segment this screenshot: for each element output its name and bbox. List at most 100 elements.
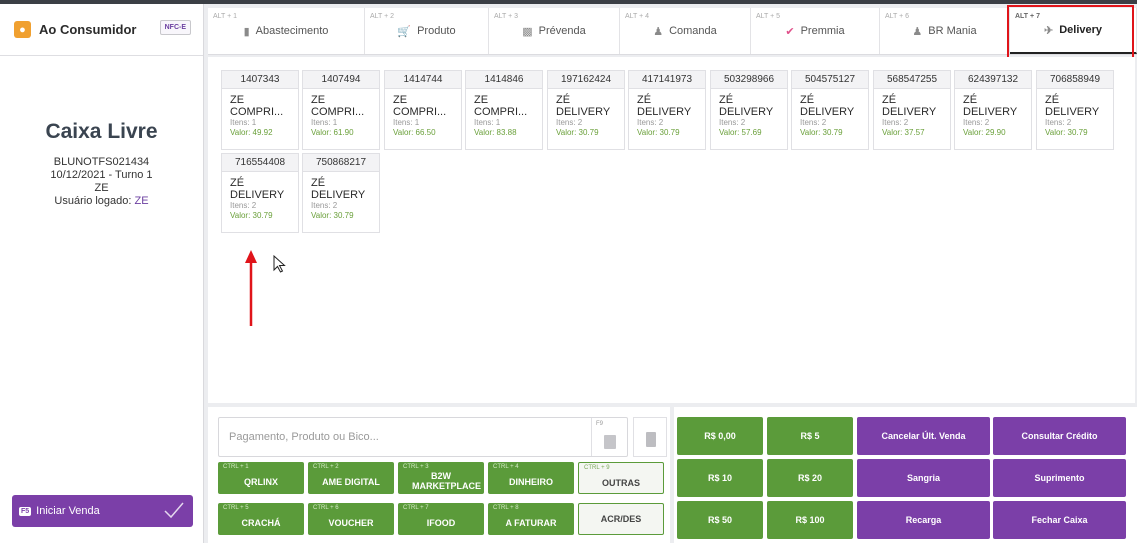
tab-label: Comanda	[669, 25, 717, 37]
order-card[interactable]: 706858949 ZÉ DELIVERY Itens: 2 Valor: 30.…	[1036, 70, 1114, 150]
shortcut-key: CTRL + 9	[584, 465, 610, 471]
amount-20-button[interactable]: R$ 20	[767, 459, 853, 497]
close-register-button[interactable]: Fechar Caixa	[993, 501, 1126, 539]
tab-label: Abastecimento	[255, 25, 329, 37]
order-value: Valor: 30.79	[800, 128, 843, 137]
amount-10-button[interactable]: R$ 10	[677, 459, 763, 497]
mouse-cursor-icon	[273, 255, 286, 273]
nfce-badge[interactable]: NFC-E	[159, 20, 191, 35]
suprimento-button[interactable]: Suprimento	[993, 459, 1126, 497]
order-customer: ZÉ DELIVERY	[955, 89, 1031, 118]
order-customer: ZE COMPRI...	[466, 89, 542, 118]
status-title: Caixa Livre	[45, 120, 158, 143]
order-customer: ZÉ DELIVERY	[874, 89, 950, 118]
order-customer-line: COMPRI...	[474, 106, 528, 118]
fuel-nozzle-button[interactable]: F9	[591, 418, 627, 456]
order-card[interactable]: 417141973 ZÉ DELIVERY Itens: 2 Valor: 30.…	[628, 70, 706, 150]
order-items: Itens: 1	[311, 118, 338, 127]
start-sale-label: Iniciar Venda	[36, 505, 100, 517]
order-card[interactable]: 568547255 ZÉ DELIVERY Itens: 2 Valor: 37.…	[873, 70, 951, 150]
order-customer-line: ZÉ	[719, 94, 734, 106]
payment-label: OUTRAS	[602, 478, 640, 488]
order-customer-line: COMPRI...	[230, 106, 284, 118]
order-customer-line: DELIVERY	[1045, 106, 1100, 118]
order-number: 716554408	[222, 154, 298, 172]
order-number: 504575127	[792, 71, 868, 89]
tab-premmia[interactable]: ALT + 5 ✔ Premmia	[751, 8, 880, 54]
order-card[interactable]: 504575127 ZÉ DELIVERY Itens: 2 Valor: 30.…	[791, 70, 869, 150]
order-customer-line: DELIVERY	[637, 106, 692, 118]
acr-des-button[interactable]: ACR/DES	[578, 503, 664, 535]
payment-outras-button[interactable]: CTRL + 9 OUTRAS	[578, 462, 664, 494]
amount-0-button[interactable]: R$ 0,00	[677, 417, 763, 455]
shortcut-key: CTRL + 7	[403, 505, 429, 511]
terminal-id: BLUNOTFS021434	[53, 156, 150, 168]
order-card[interactable]: 197162424 ZÉ DELIVERY Itens: 2 Valor: 30.…	[547, 70, 625, 150]
customer-header[interactable]: ● Ao Consumidor NFC-E	[0, 4, 203, 56]
amount-50-button[interactable]: R$ 50	[677, 501, 763, 539]
payment-cracha-button[interactable]: CTRL + 5 CRACHÁ	[218, 503, 304, 535]
order-value: Valor: 29.90	[963, 128, 1006, 137]
order-card[interactable]: 1407343 ZE COMPRI... Itens: 1 Valor: 49.9…	[221, 70, 299, 150]
payment-ifood-button[interactable]: CTRL + 7 IFOOD	[398, 503, 484, 535]
logged-user-line: Usuário logado: ZE	[0, 195, 203, 208]
order-card[interactable]: 1414846 ZE COMPRI... Itens: 1 Valor: 83.8…	[465, 70, 543, 150]
order-customer-line: DELIVERY	[882, 106, 937, 118]
order-card[interactable]: 503298966 ZÉ DELIVERY Itens: 2 Valor: 57.…	[710, 70, 788, 150]
order-number: 568547255	[874, 71, 950, 89]
order-card[interactable]: 624397132 ZÉ DELIVERY Itens: 2 Valor: 29.…	[954, 70, 1032, 150]
start-sale-button[interactable]: F5 Iniciar Venda	[12, 495, 193, 527]
cancel-last-sale-button[interactable]: Cancelar Últ. Venda	[857, 417, 990, 455]
tab-produto[interactable]: ALT + 2 🛒 Produto	[365, 8, 489, 54]
order-customer-line: DELIVERY	[963, 106, 1018, 118]
order-value: Valor: 83.88	[474, 128, 517, 137]
sangria-button[interactable]: Sangria	[857, 459, 990, 497]
payment-b2w-marketplace-button[interactable]: CTRL + 3 B2W MARKETPLACE	[398, 462, 484, 494]
payment-voucher-button[interactable]: CTRL + 6 VOUCHER	[308, 503, 394, 535]
person-icon: ♟	[912, 25, 923, 38]
order-items: Itens: 2	[637, 118, 664, 127]
order-number: 624397132	[955, 71, 1031, 89]
calculator-button[interactable]	[633, 417, 667, 457]
arrow-up-icon	[245, 250, 257, 326]
order-items: Itens: 1	[474, 118, 501, 127]
highlight-box	[1007, 5, 1134, 64]
payment-label: A FATURAR	[505, 518, 557, 528]
order-customer-line: DELIVERY	[311, 189, 366, 201]
order-items: Itens: 2	[719, 118, 746, 127]
tab-abastecimento[interactable]: ALT + 1 ▮ Abastecimento	[208, 8, 365, 54]
order-card[interactable]: 1414744 ZE COMPRI... Itens: 1 Valor: 66.5…	[384, 70, 462, 150]
check-circle-icon: ✔	[785, 25, 795, 38]
logged-user: ZE	[134, 195, 149, 207]
order-customer-line: COMPRI...	[393, 106, 447, 118]
payment-label: B2W MARKETPLACE	[412, 471, 481, 491]
amount-100-button[interactable]: R$ 100	[767, 501, 853, 539]
fuel-pump-icon: ▮	[243, 25, 250, 38]
shortcut-key: CTRL + 3	[403, 464, 429, 470]
payment-dinheiro-button[interactable]: CTRL + 4 DINHEIRO	[488, 462, 574, 494]
order-number: 197162424	[548, 71, 624, 89]
order-card[interactable]: 716554408 ZÉ DELIVERY Itens: 2 Valor: 30.…	[221, 153, 299, 233]
check-credit-button[interactable]: Consultar Crédito	[993, 417, 1126, 455]
order-customer-line: ZÉ	[963, 94, 978, 106]
tab-br-mania[interactable]: ALT + 6 ♟ BR Mania	[880, 8, 1010, 54]
search-input[interactable]	[219, 418, 589, 456]
payment-ame-digital-button[interactable]: CTRL + 2 AME DIGITAL	[308, 462, 394, 494]
recarga-button[interactable]: Recarga	[857, 501, 990, 539]
order-customer-line: ZÉ	[882, 94, 897, 106]
order-customer: ZÉ DELIVERY	[792, 89, 868, 118]
order-items: Itens: 1	[393, 118, 420, 127]
amount-5-button[interactable]: R$ 5	[767, 417, 853, 455]
shortcut-key: CTRL + 5	[223, 505, 249, 511]
order-card[interactable]: 1407494 ZE COMPRI... Itens: 1 Valor: 61.9…	[302, 70, 380, 150]
order-value: Valor: 30.79	[230, 211, 273, 220]
shortcut-key: CTRL + 8	[493, 505, 519, 511]
operator-name: ZE	[94, 182, 109, 194]
tab-prevenda[interactable]: ALT + 3 ▩ Prévenda	[489, 8, 620, 54]
payment-label: AME DIGITAL	[322, 477, 380, 487]
payment-qrlinx-button[interactable]: CTRL + 1 QRLINX	[218, 462, 304, 494]
order-card[interactable]: 750868217 ZÉ DELIVERY Itens: 2 Valor: 30.…	[302, 153, 380, 233]
calculator-icon	[646, 432, 656, 447]
payment-a-faturar-button[interactable]: CTRL + 8 A FATURAR	[488, 503, 574, 535]
tab-comanda[interactable]: ALT + 4 ♟ Comanda	[620, 8, 751, 54]
